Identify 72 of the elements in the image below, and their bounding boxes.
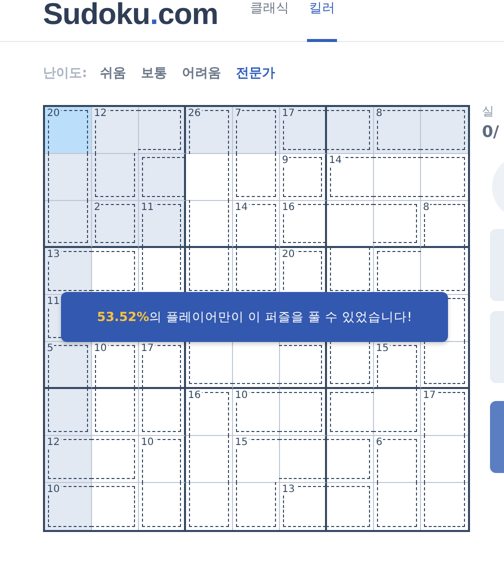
- sudoku-cell[interactable]: 15: [233, 436, 280, 483]
- sudoku-cell[interactable]: [280, 342, 327, 389]
- cage-sum: 10: [235, 390, 249, 401]
- cage-sum: 10: [94, 343, 108, 354]
- sudoku-cell[interactable]: 5: [45, 342, 92, 389]
- cage-sum: 26: [188, 108, 202, 119]
- sudoku-cell[interactable]: 10: [45, 483, 92, 530]
- sudoku-cell[interactable]: 10: [92, 342, 139, 389]
- difficulty-option[interactable]: 쉬움: [100, 64, 126, 82]
- sudoku-cell[interactable]: 6: [374, 436, 421, 483]
- sudoku-cell[interactable]: 8: [421, 201, 468, 248]
- cage-sum: 14: [235, 202, 249, 213]
- sudoku-cell[interactable]: 10: [233, 389, 280, 436]
- sudoku-cell[interactable]: 17: [280, 107, 327, 154]
- cage-sum: 2: [94, 202, 102, 213]
- cage-sum: 16: [188, 390, 202, 401]
- sudoku-cell[interactable]: 26: [186, 107, 233, 154]
- sudoku-cell[interactable]: 20: [45, 107, 92, 154]
- cage-sum: 7: [235, 108, 242, 119]
- sudoku-cell[interactable]: 14: [233, 201, 280, 248]
- sudoku-cell[interactable]: 15: [374, 342, 421, 389]
- cage-sum: 16: [282, 202, 296, 213]
- mistakes-label: 실: [482, 103, 495, 120]
- cage-sum: 20: [282, 249, 296, 260]
- cage-sum: 17: [141, 343, 155, 354]
- mistakes-value: 0/: [482, 122, 500, 141]
- cage-sum: 14: [329, 155, 343, 166]
- sudoku-cell[interactable]: 12: [92, 107, 139, 154]
- cage-sum: 5: [47, 343, 54, 354]
- cage-sum: 8: [423, 202, 430, 213]
- logo-text[interactable]: com: [158, 0, 218, 30]
- sudoku-cell[interactable]: 17: [139, 342, 186, 389]
- difficulty-label: 난이도:: [43, 65, 88, 82]
- sudoku-cell[interactable]: 16: [186, 389, 233, 436]
- sudoku-cell[interactable]: 10: [139, 436, 186, 483]
- nav-tab[interactable]: 킬러: [307, 0, 338, 42]
- cage-sum: 6: [376, 437, 384, 448]
- sudoku-cell[interactable]: 14: [327, 154, 374, 201]
- cage-sum: 17: [423, 390, 437, 401]
- sudoku-cell[interactable]: 16: [280, 201, 327, 248]
- logo-dot: .: [150, 0, 158, 30]
- cage-sum: 10: [141, 437, 155, 448]
- sudoku-cell[interactable]: 2: [92, 201, 139, 248]
- difficulty-option[interactable]: 어려움: [182, 64, 222, 82]
- sudoku-cell[interactable]: 13: [280, 483, 327, 530]
- cage-sum: 12: [94, 108, 108, 119]
- difficulty-option[interactable]: 전문가: [236, 64, 276, 82]
- sudoku-cell[interactable]: 17: [421, 389, 468, 436]
- sudoku-cell[interactable]: 12: [45, 436, 92, 483]
- cage-sum: 17: [282, 108, 296, 119]
- cage-sum: 8: [376, 108, 384, 119]
- cage-sum: 12: [47, 437, 61, 448]
- cage-sum: 13: [282, 484, 296, 495]
- cage-sum: 15: [235, 437, 249, 448]
- cage-sum: 11: [141, 202, 155, 213]
- cage-sum: 9: [282, 155, 290, 166]
- cage-sum: 11: [47, 296, 61, 307]
- cage-sum: 15: [376, 343, 390, 354]
- difficulty-option[interactable]: 보통: [141, 64, 168, 82]
- sudoku-cell[interactable]: 8: [374, 107, 421, 154]
- cage-sum: 10: [47, 484, 61, 495]
- sudoku-cell[interactable]: [139, 483, 186, 530]
- sudoku-cell[interactable]: 13: [45, 248, 92, 295]
- sudoku-cell[interactable]: 11: [139, 201, 186, 248]
- toast-text: 53.52%의 플레이어만이 이 퍼즐을 풀 수 있었습니다!: [97, 308, 412, 326]
- sudoku-cell[interactable]: 9: [280, 154, 327, 201]
- cage-sum: 13: [47, 249, 61, 260]
- sudoku-cell[interactable]: 7: [233, 107, 280, 154]
- logo-text[interactable]: Sudoku: [43, 0, 150, 30]
- cage-sum: 20: [47, 108, 61, 119]
- sudoku-cell[interactable]: 20: [280, 248, 327, 295]
- nav-tab[interactable]: 클래식: [248, 0, 292, 42]
